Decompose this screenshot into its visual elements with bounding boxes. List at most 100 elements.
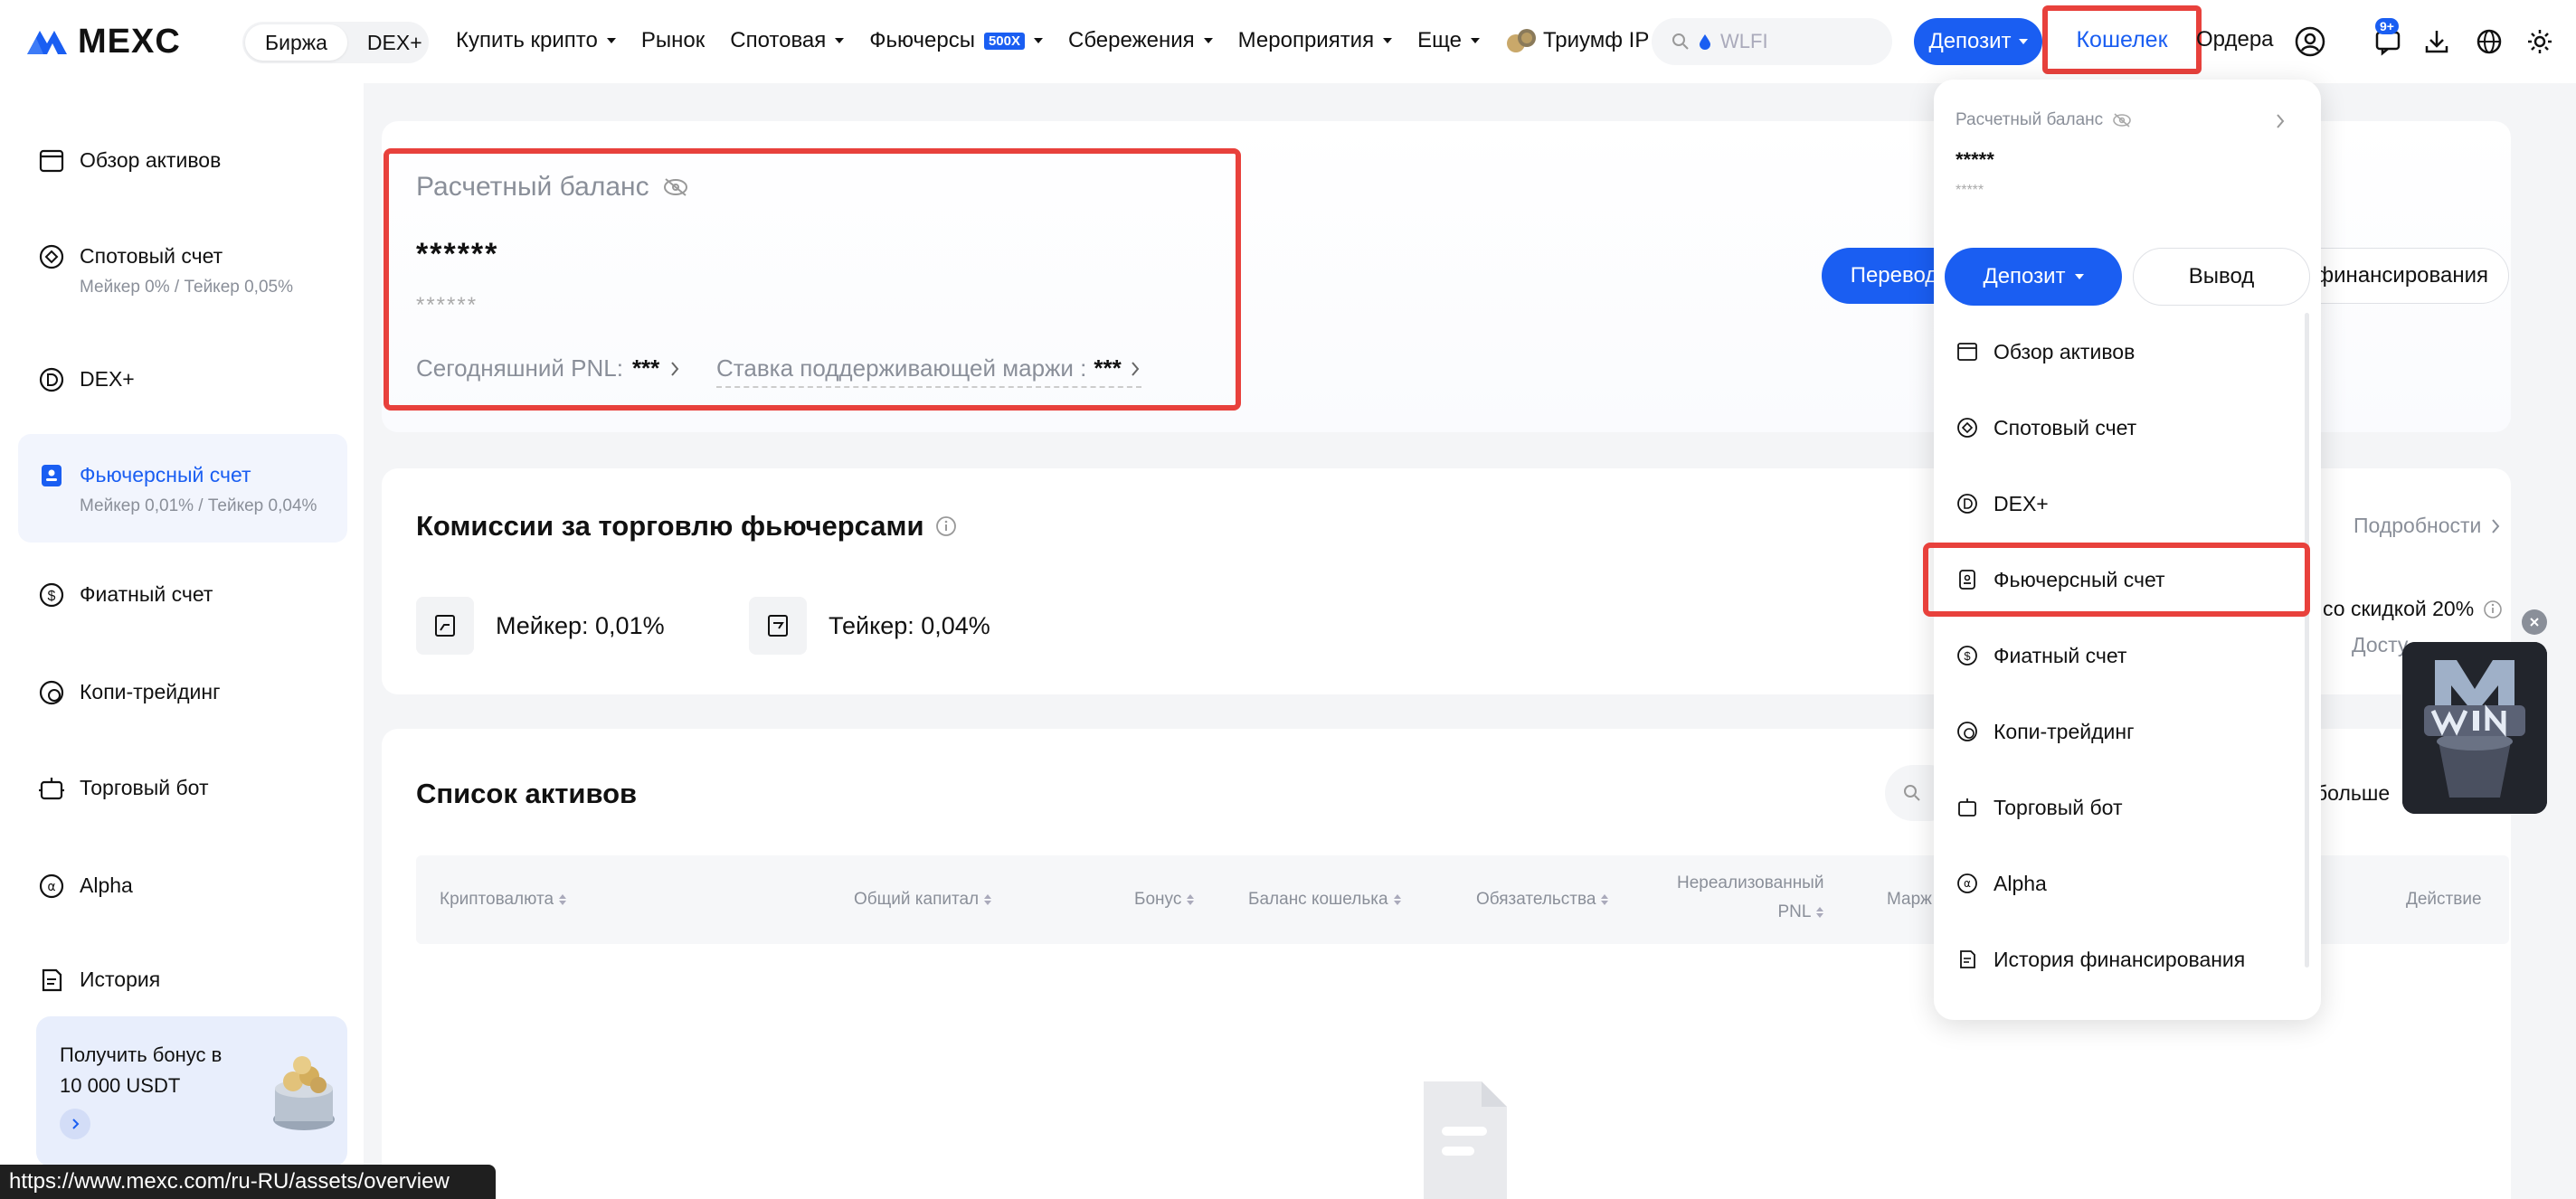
dropdown-item-funding-history[interactable]: История финансирования <box>1956 939 2299 980</box>
svg-text:$: $ <box>1964 649 1971 663</box>
sort-icon <box>559 894 567 905</box>
wallet-link[interactable]: Кошелек <box>2042 5 2202 74</box>
nav-more[interactable]: Еще <box>1417 28 1480 53</box>
settings-icon[interactable] <box>2524 25 2556 58</box>
col-margin[interactable]: Марж <box>1887 890 1932 910</box>
deposit-button[interactable]: Депозит <box>1914 18 2042 65</box>
details-link[interactable]: Подробности <box>2353 514 2501 538</box>
chevron-down-icon <box>2018 39 2028 44</box>
exchange-segment: Биржа DEX+ <box>242 22 429 63</box>
today-pnl[interactable]: Сегодняшний PNL: *** <box>416 354 681 382</box>
dropdown-item-label: DEX+ <box>1994 491 2049 515</box>
sort-icon <box>1601 894 1609 905</box>
eye-off-icon[interactable] <box>2112 112 2132 128</box>
sidebar-item-bot[interactable]: Торговый бот <box>18 776 347 804</box>
sidebar-item-copy-trading[interactable]: Копи-трейдинг <box>18 680 347 708</box>
taker-fee: Тейкер: 0,04% <box>749 597 990 655</box>
status-url-bar: https://www.mexc.com/ru-RU/assets/overvi… <box>0 1165 496 1199</box>
sidebar-item-dex[interactable]: DEX+ <box>18 367 347 395</box>
discount-note: со скидкой 20% <box>2323 597 2503 621</box>
nav-spot[interactable]: Спотовая <box>730 28 845 53</box>
sidebar-item-futures[interactable]: Фьючерсный счет Мейкер 0,01% / Тейкер 0,0… <box>18 434 347 543</box>
nav-label: Спотовая <box>730 28 827 52</box>
sort-icon <box>1393 894 1401 905</box>
win-trophy-icon <box>2402 642 2547 814</box>
nav-market[interactable]: Рынок <box>641 28 705 53</box>
dropdown-deposit-button[interactable]: Депозит <box>1945 248 2122 306</box>
col-bonus[interactable]: Бонус <box>1134 890 1195 910</box>
nav-label: Рынок <box>640 28 706 52</box>
chevron-right-icon[interactable] <box>60 1109 90 1139</box>
maker-icon <box>416 597 474 655</box>
info-icon[interactable] <box>2483 600 2503 619</box>
segment-exchange[interactable]: Биржа <box>245 24 347 61</box>
dropdown-withdraw-button[interactable]: Вывод <box>2133 248 2310 306</box>
sidebar-item-fiat[interactable]: $ Фиатный счет <box>18 582 347 610</box>
chevron-down-icon <box>606 38 616 43</box>
sort-icon <box>984 894 992 905</box>
balance-title-text: Расчетный баланс <box>416 172 649 202</box>
col-total-capital[interactable]: Общий капитал <box>854 890 992 910</box>
orders-link[interactable]: Ордера <box>2196 27 2274 52</box>
sidebar-item-history[interactable]: История <box>18 968 347 996</box>
svg-text:$: $ <box>48 589 56 604</box>
chevron-down-icon <box>835 38 845 43</box>
alpha-icon: α <box>1956 872 1979 895</box>
col-crypto[interactable]: Криптовалюта <box>440 890 567 910</box>
info-icon[interactable] <box>935 515 957 537</box>
fees-title: Комиссии за торговлю фьючерсами <box>416 510 957 543</box>
alpha-icon: α <box>36 871 67 902</box>
copy-icon <box>1956 720 1979 743</box>
nav-label: Еще <box>1417 28 1462 52</box>
col-liabilities[interactable]: Обязательства <box>1476 890 1609 910</box>
nav-events[interactable]: Мероприятия <box>1238 28 1393 53</box>
maintenance-margin-rate[interactable]: Ставка поддерживающей маржи : *** <box>716 354 1141 388</box>
col-unrealized-pnl[interactable]: Нереализованный PNL <box>1677 873 1824 922</box>
col-label: Общий капитал <box>854 890 980 909</box>
sidebar-item-label: Спотовый счет <box>80 244 223 268</box>
dropdown-item-label: Спотовый счет <box>1994 415 2137 439</box>
sidebar-item-spot[interactable]: Спотовый счет Мейкер 0% / Тейкер 0,05% <box>18 244 347 297</box>
nav-buy-crypto[interactable]: Купить крипто <box>456 28 616 53</box>
globe-icon[interactable] <box>2473 25 2505 58</box>
nav-savings[interactable]: Сбережения <box>1068 28 1213 53</box>
user-icon[interactable] <box>2294 25 2326 58</box>
chevron-right-icon <box>2492 518 2500 533</box>
close-icon[interactable] <box>2522 609 2547 635</box>
sidebar-item-overview[interactable]: Обзор активов <box>18 148 347 176</box>
dropdown-balance-sub: ***** <box>1956 183 1984 198</box>
dropdown-item-dex[interactable]: DEX+ <box>1956 483 2299 524</box>
dropdown-scrollbar[interactable] <box>2305 313 2309 968</box>
sort-icon <box>1816 907 1824 918</box>
dropdown-item-bot[interactable]: Торговый бот <box>1956 787 2299 828</box>
col-wallet-balance[interactable]: Баланс кошелька <box>1248 890 1401 910</box>
drop-icon <box>1700 34 1710 50</box>
sidebar-item-label: Копи-трейдинг <box>80 680 221 703</box>
details-label: Подробности <box>2353 514 2482 537</box>
promo-widget[interactable] <box>2402 642 2547 814</box>
search-input[interactable]: WLFI <box>1652 18 1892 65</box>
dropdown-item-spot[interactable]: Спотовый счет <box>1956 407 2299 448</box>
dropdown-item-label: Обзор активов <box>1994 339 2136 363</box>
bonus-card[interactable]: Получить бонус в 10 000 USDT <box>36 1016 347 1166</box>
dropdown-item-alpha[interactable]: α Alpha <box>1956 863 2299 904</box>
sidebar-item-alpha[interactable]: α Alpha <box>18 873 347 902</box>
nav-futures[interactable]: Фьючерсы 500X <box>869 28 1043 53</box>
sidebar-item-label: DEX+ <box>80 367 135 391</box>
dropdown-item-fiat[interactable]: $ Фиатный счет <box>1956 635 2299 676</box>
chevron-down-icon <box>1383 38 1393 43</box>
balance-value: ****** <box>416 237 499 271</box>
chevron-down-icon <box>1203 38 1213 43</box>
mexc-logo[interactable]: MEXC <box>25 23 181 61</box>
search-icon <box>1672 33 1689 50</box>
segment-dex[interactable]: DEX+ <box>347 24 442 61</box>
dropdown-item-overview[interactable]: Обзор активов <box>1956 331 2299 373</box>
more-filter-label[interactable]: больше <box>2316 781 2390 806</box>
top-navigation-bar: MEXC Биржа DEX+ Купить крипто Рынок Спот… <box>0 0 2576 83</box>
download-icon[interactable] <box>2420 25 2453 58</box>
eye-off-icon[interactable] <box>662 176 689 198</box>
bonus-text: Получить бонус в 10 000 USDT <box>60 1043 223 1097</box>
nav-triumph-ip[interactable]: Триумф IP <box>1505 27 1649 54</box>
dropdown-item-copy-trading[interactable]: Копи-трейдинг <box>1956 711 2299 752</box>
chevron-right-icon[interactable] <box>2274 112 2287 130</box>
